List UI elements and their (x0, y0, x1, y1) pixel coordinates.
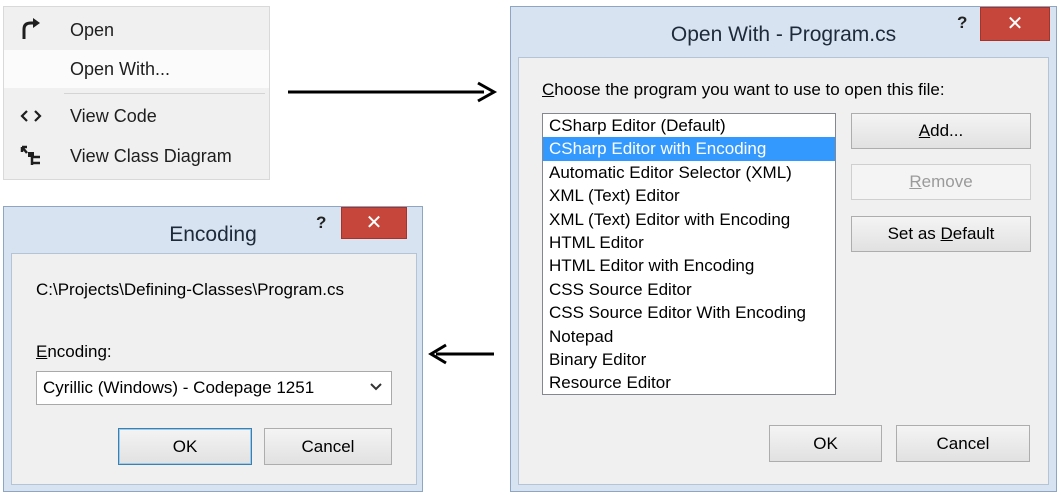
open-arrow-icon (18, 17, 44, 43)
ok-button[interactable]: OK (769, 425, 882, 462)
help-button[interactable]: ? (316, 213, 326, 233)
encoding-hotkey: E (36, 342, 48, 361)
close-button[interactable]: ✕ (341, 207, 407, 239)
add-label: dd... (930, 121, 964, 140)
menu-item-open-with[interactable]: Open With... (4, 50, 269, 88)
add-hotkey: A (918, 121, 931, 140)
list-item[interactable]: Resource Editor (543, 371, 835, 394)
list-item[interactable]: Notepad (543, 325, 835, 348)
ok-button[interactable]: OK (118, 428, 252, 465)
encoding-label: Encoding: (36, 342, 112, 362)
remove-label: emove (921, 172, 973, 191)
file-path: C:\Projects\Defining-Classes\Program.cs (36, 280, 344, 299)
prompt-text: hoose the program you want to use to ope… (554, 80, 945, 99)
code-brackets-icon (18, 103, 44, 129)
menu-item-label: Open With... (70, 59, 171, 79)
context-menu: Open Open With... View Code View Class D… (3, 6, 270, 180)
set-default-hotkey: D (940, 224, 953, 243)
prompt-hotkey: C (542, 80, 555, 99)
menu-item-open[interactable]: Open (4, 11, 269, 49)
list-item[interactable]: Automatic Editor Selector (XML) (543, 161, 835, 184)
menu-item-label: View Class Diagram (70, 146, 232, 166)
add-button[interactable]: Add... (851, 113, 1031, 149)
cancel-button[interactable]: Cancel (896, 425, 1030, 462)
list-item[interactable]: CSS Source Editor (543, 278, 835, 301)
remove-hotkey: R (909, 172, 922, 191)
right-arrow-icon (288, 81, 498, 103)
menu-item-label: Open (70, 20, 115, 40)
dialog-body: Choose the program you want to use to op… (518, 57, 1049, 485)
dialog-body: C:\Projects\Defining-Classes\Program.cs … (11, 253, 417, 485)
list-item[interactable]: Binary Editor (543, 348, 835, 371)
encoding-dialog: Encoding ? ✕ C:\Projects\Defining-Classe… (3, 206, 423, 492)
list-item[interactable]: CSharp Editor (Default) (543, 114, 835, 137)
encoding-label-text: ncoding: (47, 342, 112, 361)
help-button[interactable]: ? (957, 13, 967, 33)
open-with-dialog: Open With - Program.cs ? ✕ Choose the pr… (510, 6, 1057, 492)
set-default-label-post: efault (952, 224, 995, 243)
menu-item-view-class-diagram[interactable]: View Class Diagram (4, 137, 269, 175)
left-arrow-icon (428, 343, 494, 365)
class-diagram-icon (18, 143, 44, 169)
list-item[interactable]: XML (Text) Editor with Encoding (543, 208, 835, 231)
remove-button[interactable]: Remove (851, 164, 1031, 200)
list-item-selected[interactable]: CSharp Editor with Encoding (543, 137, 835, 161)
dialog-title: Open With - Program.cs (670, 23, 897, 46)
set-default-label-pre: Set as (887, 224, 941, 243)
menu-item-view-code[interactable]: View Code (4, 97, 269, 135)
encoding-select[interactable]: Cyrillic (Windows) - Codepage 1251 (36, 371, 392, 405)
list-item[interactable]: HTML Editor (543, 231, 835, 254)
prompt-label: Choose the program you want to use to op… (542, 80, 945, 100)
program-list[interactable]: CSharp Editor (Default) CSharp Editor wi… (542, 113, 836, 395)
list-item[interactable]: XML (Text) Editor (543, 184, 835, 207)
menu-separator (64, 93, 265, 94)
cancel-button[interactable]: Cancel (264, 428, 392, 465)
list-item[interactable]: CSS Source Editor With Encoding (543, 301, 835, 324)
encoding-select-value: Cyrillic (Windows) - Codepage 1251 (43, 378, 315, 397)
menu-item-label: View Code (70, 106, 157, 126)
list-item[interactable]: HTML Editor with Encoding (543, 254, 835, 277)
set-as-default-button[interactable]: Set as Default (851, 216, 1031, 252)
chevron-down-icon (369, 372, 383, 413)
close-button[interactable]: ✕ (980, 7, 1050, 41)
